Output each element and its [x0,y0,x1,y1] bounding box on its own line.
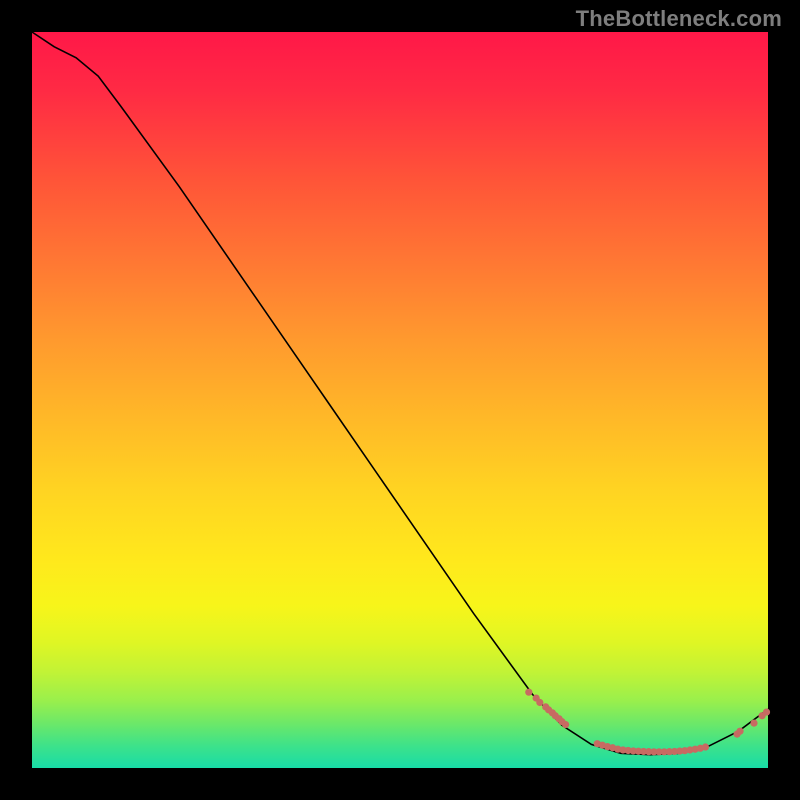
chart-frame: TheBottleneck.com [0,0,800,800]
data-point [525,689,532,696]
data-point [736,728,743,735]
data-point [536,699,543,706]
bottleneck-curve [32,32,768,755]
data-point [562,721,569,728]
plot-overlay [32,32,768,768]
data-point [750,720,757,727]
data-points-group [525,689,770,756]
plot-area [32,32,768,768]
watermark-text: TheBottleneck.com [576,6,782,32]
data-point [702,743,709,750]
data-point [763,708,770,715]
